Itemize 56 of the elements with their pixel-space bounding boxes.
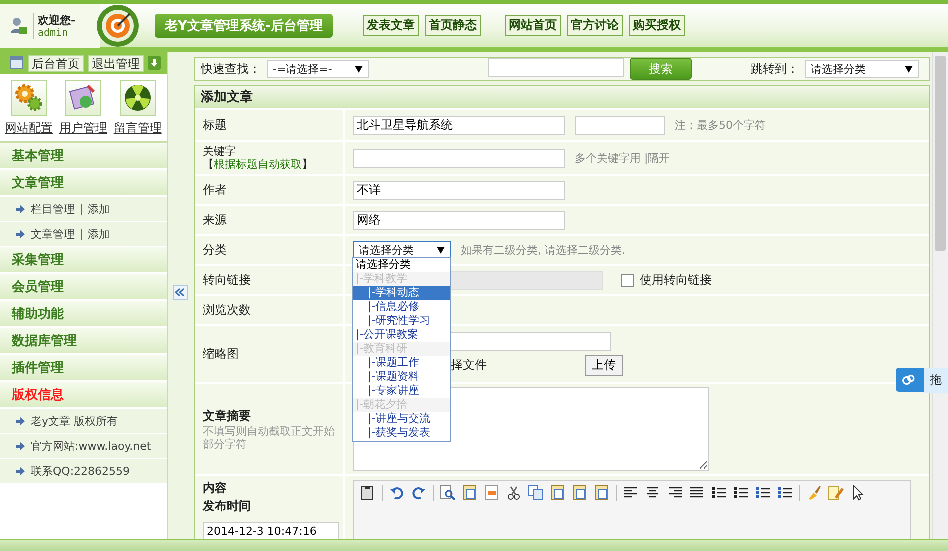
upload-button[interactable]: 上传 — [585, 355, 623, 376]
add-link[interactable]: 添加 — [88, 202, 110, 216]
field-note: 多个关键字用 |隔开 — [575, 150, 670, 166]
jump-label: 跳转到： — [751, 60, 799, 78]
nav-link[interactable]: 网站首页 — [504, 15, 561, 36]
quick-find-select[interactable]: -=请选择=- — [267, 60, 369, 78]
field-label: 文章摘要 — [203, 408, 251, 424]
field-label: 关键字【根据标题自动获取】 — [203, 145, 314, 171]
nav-link[interactable]: 发表文章 — [362, 15, 419, 36]
auto-keyword-link[interactable]: 根据标题自动获取 — [214, 158, 302, 171]
menu-section-title[interactable]: 文章管理 — [0, 170, 167, 197]
menu-section-title[interactable]: 基本管理 — [0, 143, 167, 170]
quick-find-label: 快速查找： — [201, 60, 261, 78]
shortcut-link[interactable]: 用户管理 — [59, 120, 108, 137]
field-label: 分类 — [203, 242, 227, 258]
field-label: 内容 — [203, 480, 227, 497]
field-label: 浏览次数 — [203, 302, 251, 318]
field-label: 标题 — [203, 116, 227, 134]
category-option[interactable]: 请选择分类 — [353, 258, 450, 272]
category-option[interactable]: |-公开课教案 — [353, 328, 450, 342]
form-title: 添加文章 — [201, 88, 253, 106]
jump-select[interactable]: 请选择分类 — [805, 60, 919, 78]
menu-section-title[interactable]: 数据库管理 — [0, 328, 167, 355]
author-field[interactable]: 不详 — [353, 180, 565, 200]
field-label: 发布时间 — [203, 498, 251, 515]
menu-section-title[interactable]: 会员管理 — [0, 274, 167, 301]
source-field[interactable]: 网络 — [353, 210, 565, 230]
system-title: 老Y文章管理系统-后台管理 — [155, 14, 333, 38]
widget-label: 拖 — [924, 368, 948, 392]
checkbox-label: 使用转向链接 — [640, 272, 712, 288]
field-label: 来源 — [203, 212, 227, 228]
shortcut-link[interactable]: 留言管理 — [114, 120, 162, 137]
field-hint: 不填写则自动截取正文开始部分字符 — [203, 424, 336, 450]
sidebar-top-button[interactable]: 后台首页 — [28, 54, 84, 72]
menu-section-title[interactable]: 辅助功能 — [0, 301, 167, 328]
title-field[interactable]: 北斗卫星导航系统 — [353, 116, 565, 134]
field-label: 缩略图 — [203, 346, 239, 362]
choose-file-button[interactable]: 择文件 — [451, 357, 487, 374]
add-link[interactable]: 添加 — [88, 226, 110, 242]
floating-widget[interactable]: 拖 — [896, 368, 948, 392]
nav-link[interactable]: 官方讨论 — [566, 15, 623, 36]
field-label: 转向链接 — [203, 272, 251, 288]
welcome-text: 欢迎您- — [38, 12, 76, 28]
menu-section-title[interactable]: 采集管理 — [0, 247, 167, 274]
nav-link[interactable]: 购买授权 — [628, 15, 685, 36]
user-name: admin — [38, 28, 70, 38]
nav-link[interactable]: 首页静态 — [424, 15, 481, 36]
field-note: 注：最多50个字符 — [675, 118, 766, 132]
field-label: 作者 — [203, 182, 227, 198]
sidebar-top-button[interactable]: 退出管理 — [88, 54, 144, 72]
menu-section-title[interactable]: 插件管理 — [0, 355, 167, 382]
date-field[interactable]: 2014-12-3 10:47:16 — [203, 522, 339, 539]
menu-item-link[interactable]: 栏目管理 — [31, 202, 75, 216]
field-note: 如果有二级分类, 请选择二级分类. — [461, 242, 626, 258]
menu-item-link[interactable]: 文章管理 — [31, 226, 75, 242]
shortcut-link[interactable]: 网站配置 — [5, 120, 54, 137]
